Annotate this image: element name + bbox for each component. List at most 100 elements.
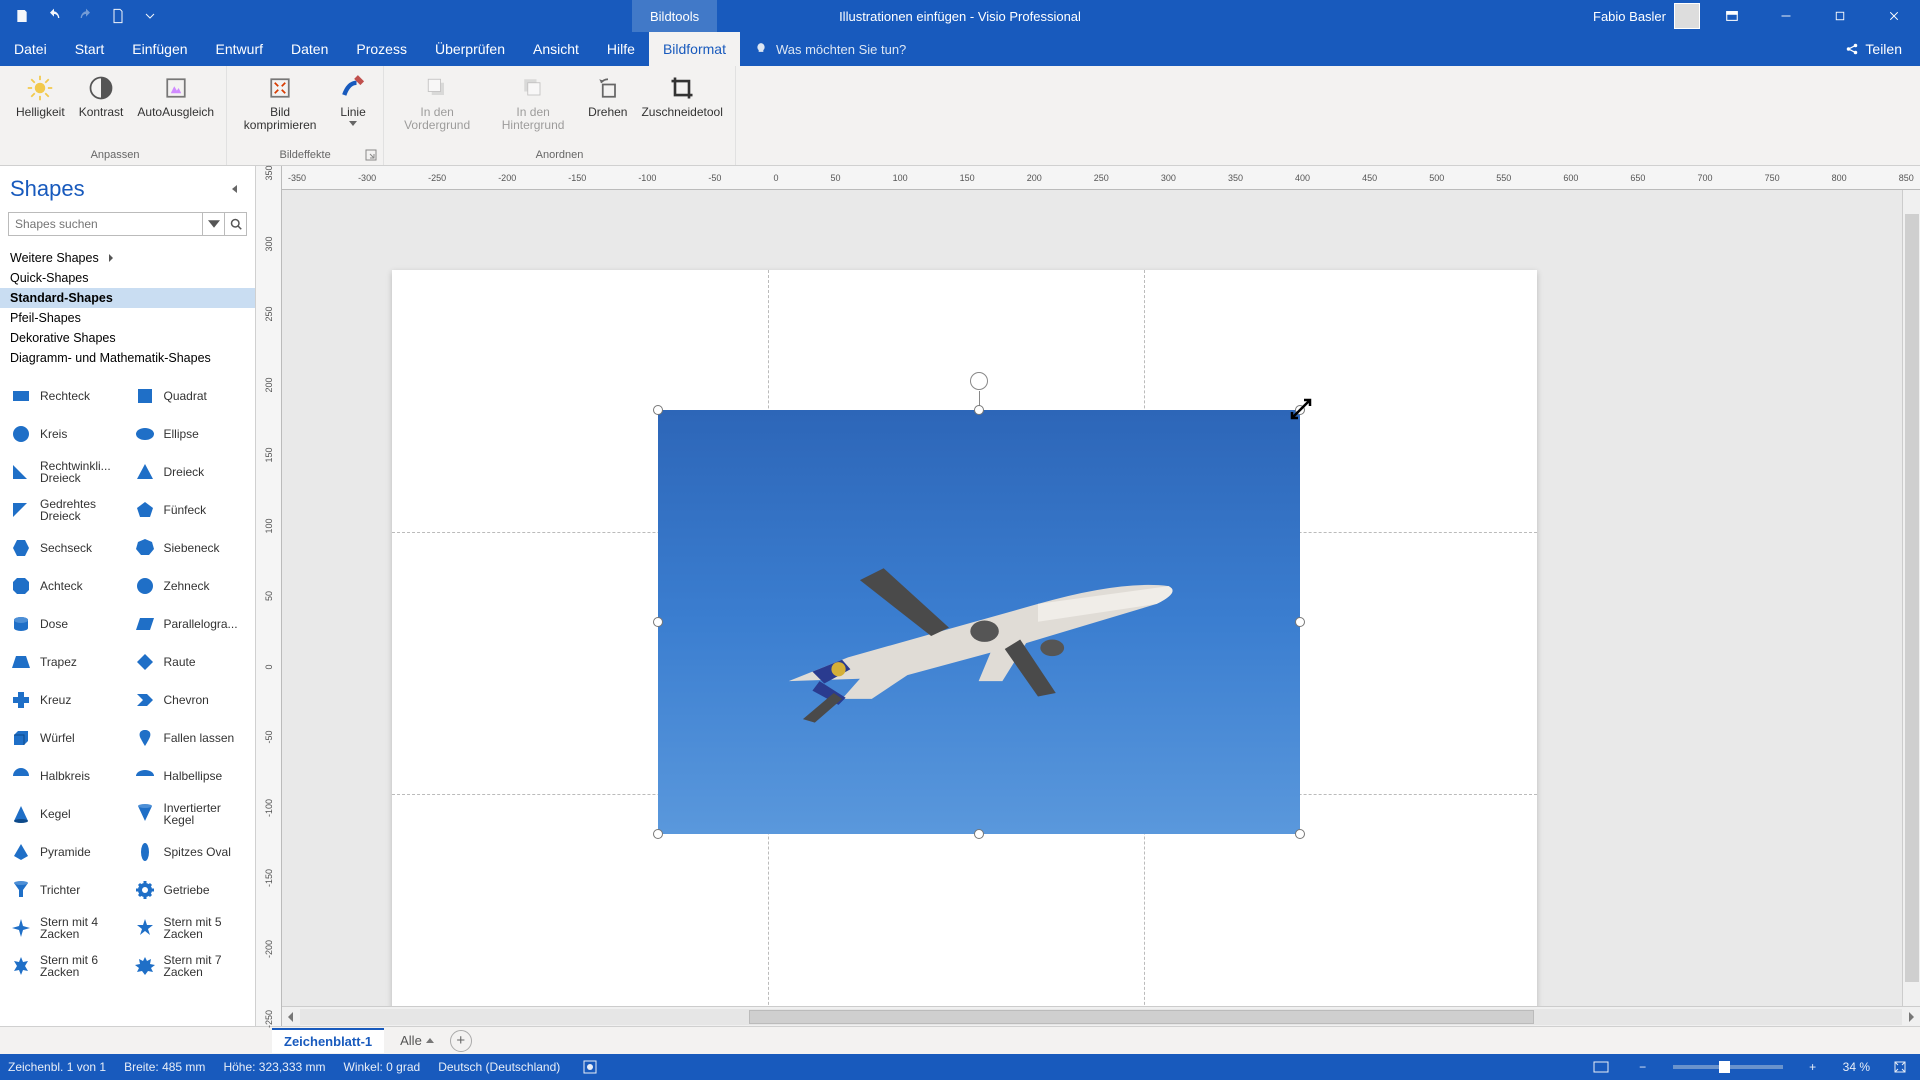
add-sheet-button[interactable]: +: [450, 1030, 472, 1052]
shape-item[interactable]: Getriebe: [128, 872, 252, 908]
shape-item[interactable]: Stern mit 6 Zacken: [4, 948, 128, 984]
compress-picture-button[interactable]: Bild komprimieren: [233, 70, 327, 134]
search-dropdown-button[interactable]: [203, 212, 225, 236]
shape-item[interactable]: Pyramide: [4, 834, 128, 870]
resize-handle-nw[interactable]: [653, 405, 663, 415]
shape-item[interactable]: Fallen lassen: [128, 720, 252, 756]
ribbon-mode-button[interactable]: [1710, 0, 1754, 32]
zoom-slider-knob[interactable]: [1719, 1061, 1729, 1073]
user-account[interactable]: Fabio Basler: [1593, 3, 1700, 29]
shape-item[interactable]: Quadrat: [128, 378, 252, 414]
shape-item[interactable]: Stern mit 5 Zacken: [128, 910, 252, 946]
contrast-button[interactable]: Kontrast: [73, 70, 130, 121]
resize-handle-s[interactable]: [974, 829, 984, 839]
search-button[interactable]: [225, 212, 247, 236]
presentation-mode-button[interactable]: [1589, 1057, 1613, 1077]
drawing-surface[interactable]: [282, 190, 1920, 1006]
shape-item[interactable]: Trichter: [4, 872, 128, 908]
zoom-in-button[interactable]: +: [1801, 1057, 1825, 1077]
shape-item[interactable]: Fünfeck: [128, 492, 252, 528]
shape-item[interactable]: Zehneck: [128, 568, 252, 604]
tab-prozess[interactable]: Prozess: [342, 32, 421, 66]
undo-button[interactable]: [40, 2, 68, 30]
drawing-page[interactable]: [392, 270, 1537, 1006]
sheet-tab-active[interactable]: Zeichenblatt-1: [272, 1028, 384, 1053]
shape-item[interactable]: Kreis: [4, 416, 128, 452]
shape-item[interactable]: Halbellipse: [128, 758, 252, 794]
stencil-arrow-shapes[interactable]: Pfeil-Shapes: [0, 308, 255, 328]
shape-item[interactable]: Sechseck: [4, 530, 128, 566]
tab-entwurf[interactable]: Entwurf: [202, 32, 277, 66]
tab-ueberpruefen[interactable]: Überprüfen: [421, 32, 519, 66]
dialog-launcher-icon[interactable]: [365, 149, 377, 161]
tell-me-search[interactable]: Was möchten Sie tun?: [740, 32, 920, 66]
shape-item[interactable]: Würfel: [4, 720, 128, 756]
shape-item[interactable]: Kegel: [4, 796, 128, 832]
shape-item[interactable]: Raute: [128, 644, 252, 680]
shape-item[interactable]: Invertierter Kegel: [128, 796, 252, 832]
tab-hilfe[interactable]: Hilfe: [593, 32, 649, 66]
resize-handle-sw[interactable]: [653, 829, 663, 839]
shape-item[interactable]: Trapez: [4, 644, 128, 680]
tab-bildformat[interactable]: Bildformat: [649, 32, 740, 66]
collapse-panel-icon[interactable]: [229, 183, 241, 195]
crop-button[interactable]: Zuschneidetool: [635, 70, 728, 121]
tab-start[interactable]: Start: [61, 32, 119, 66]
vertical-scrollbar[interactable]: [1902, 190, 1920, 1006]
zoom-slider[interactable]: [1673, 1065, 1783, 1069]
share-button[interactable]: Teilen: [1827, 32, 1920, 66]
shape-item[interactable]: Stern mit 4 Zacken: [4, 910, 128, 946]
zoom-out-button[interactable]: −: [1631, 1057, 1655, 1077]
resize-handle-w[interactable]: [653, 617, 663, 627]
scroll-left-button[interactable]: [282, 1008, 300, 1026]
new-doc-button[interactable]: [104, 2, 132, 30]
stencil-more-shapes[interactable]: Weitere Shapes: [0, 248, 255, 268]
shape-item[interactable]: Dose: [4, 606, 128, 642]
shape-item[interactable]: Rechteck: [4, 378, 128, 414]
autobalance-button[interactable]: AutoAusgleich: [131, 70, 220, 121]
rotation-handle[interactable]: [970, 372, 988, 390]
horizontal-scroll-thumb[interactable]: [749, 1010, 1534, 1024]
minimize-button[interactable]: [1764, 0, 1808, 32]
sheet-all-button[interactable]: Alle: [390, 1029, 444, 1052]
shape-item[interactable]: Siebeneck: [128, 530, 252, 566]
stencil-quick-shapes[interactable]: Quick-Shapes: [0, 268, 255, 288]
brightness-button[interactable]: Helligkeit: [10, 70, 71, 121]
send-back-button[interactable]: In den Hintergrund: [486, 70, 580, 134]
horizontal-scroll-track[interactable]: [300, 1009, 1902, 1025]
stencil-diagram-shapes[interactable]: Diagramm- und Mathematik-Shapes: [0, 348, 255, 368]
scroll-right-button[interactable]: [1902, 1008, 1920, 1026]
tab-ansicht[interactable]: Ansicht: [519, 32, 593, 66]
tab-datei[interactable]: Datei: [0, 32, 61, 66]
resize-handle-n[interactable]: [974, 405, 984, 415]
redo-button[interactable]: [72, 2, 100, 30]
shape-item[interactable]: Gedrehtes Dreieck: [4, 492, 128, 528]
shape-item[interactable]: Chevron: [128, 682, 252, 718]
vertical-scroll-thumb[interactable]: [1905, 214, 1919, 982]
resize-handle-se[interactable]: [1295, 829, 1305, 839]
shape-item[interactable]: Achteck: [4, 568, 128, 604]
close-button[interactable]: [1872, 0, 1916, 32]
shape-item[interactable]: Halbkreis: [4, 758, 128, 794]
tab-einfuegen[interactable]: Einfügen: [118, 32, 201, 66]
shape-item[interactable]: Rechtwinkli... Dreieck: [4, 454, 128, 490]
maximize-button[interactable]: [1818, 0, 1862, 32]
macro-record-button[interactable]: [578, 1057, 602, 1077]
bring-front-button[interactable]: In den Vordergrund: [390, 70, 484, 134]
shapes-search-input[interactable]: [8, 212, 203, 236]
stencil-decorative-shapes[interactable]: Dekorative Shapes: [0, 328, 255, 348]
selected-picture[interactable]: [658, 410, 1300, 834]
save-button[interactable]: [8, 2, 36, 30]
shape-item[interactable]: Dreieck: [128, 454, 252, 490]
resize-handle-e[interactable]: [1295, 617, 1305, 627]
shape-item[interactable]: Parallelogra...: [128, 606, 252, 642]
tab-daten[interactable]: Daten: [277, 32, 342, 66]
zoom-value[interactable]: 34 %: [1843, 1060, 1870, 1074]
fit-page-button[interactable]: [1888, 1057, 1912, 1077]
shape-item[interactable]: Stern mit 7 Zacken: [128, 948, 252, 984]
qat-more-icon[interactable]: [136, 2, 164, 30]
line-button[interactable]: Linie: [329, 70, 377, 128]
shape-item[interactable]: Spitzes Oval: [128, 834, 252, 870]
stencil-standard-shapes[interactable]: Standard-Shapes: [0, 288, 255, 308]
shape-item[interactable]: Kreuz: [4, 682, 128, 718]
